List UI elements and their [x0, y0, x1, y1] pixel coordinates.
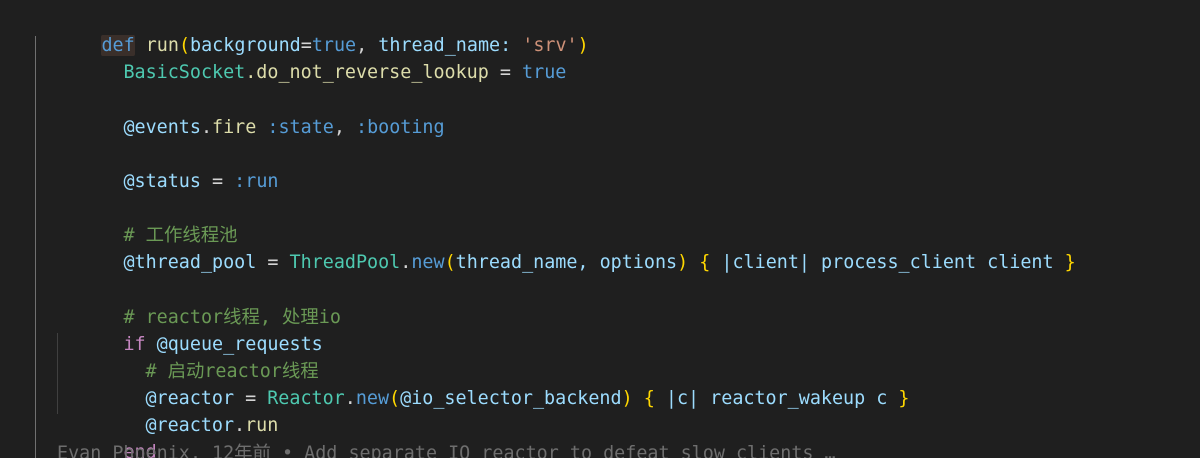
ivar-thread-pool: @thread_pool	[123, 252, 257, 273]
block-param-client: |client|	[710, 252, 810, 273]
code-line-2[interactable]: BasicSocket.do_not_reverse_lookup = true	[0, 32, 1200, 83]
block-brace-close: }	[1053, 252, 1076, 273]
code-line-16[interactable]: end	[0, 412, 1200, 458]
code-line-1[interactable]: def run(background=true, thread_name: 's…	[0, 5, 1200, 56]
value-true: true	[522, 62, 567, 83]
ivar-status: @status	[123, 171, 201, 192]
dot: .	[400, 252, 412, 273]
code-line-14[interactable]: @reactor = Reactor.new(@io_selector_back…	[0, 358, 1200, 409]
operator-assign: =	[488, 62, 523, 83]
git-blame-annotation: Evan Phoenix, 12年前 • Add separate IO rea…	[0, 440, 1200, 458]
ivar-events: @events	[123, 117, 201, 138]
symbol-state: :state	[256, 117, 334, 138]
method-do-not-reverse-lookup: .do_not_reverse_lookup	[245, 62, 489, 83]
symbol-run: :run	[234, 171, 279, 192]
code-line-9[interactable]: @thread_pool = ThreadPool.new(thread_nam…	[0, 222, 1200, 273]
call-process-client: process_client client	[809, 252, 1054, 273]
operator-assign: =	[256, 252, 290, 273]
code-line-8[interactable]: # 工作线程池	[0, 195, 1200, 246]
block-brace-open: {	[688, 252, 711, 273]
dot: .	[200, 117, 213, 138]
class-threadpool: ThreadPool	[289, 252, 401, 273]
method-new: new	[411, 252, 445, 273]
paren-close: )	[677, 252, 689, 273]
comma: ,	[333, 117, 345, 138]
code-line-15[interactable]: @reactor.run	[0, 385, 1200, 436]
paren-open: (	[444, 252, 456, 273]
code-line-13[interactable]: # 启动reactor线程	[0, 331, 1200, 382]
code-line-4[interactable]: @events.fire :state, :booting	[0, 87, 1200, 138]
blame-text: Evan Phoenix, 12年前 • Add separate IO rea…	[57, 443, 836, 458]
operator-assign: =	[200, 171, 235, 192]
call-args: thread_name, options	[455, 252, 678, 273]
code-line-12[interactable]: if @queue_requests	[0, 304, 1200, 355]
symbol-booting: :booting	[344, 117, 445, 138]
code-editor[interactable]: def run(background=true, thread_name: 's…	[0, 0, 1200, 458]
method-fire: fire	[212, 117, 257, 138]
code-line-6[interactable]: @status = :run	[0, 141, 1200, 192]
code-line-11[interactable]: # reactor线程, 处理io	[0, 277, 1200, 328]
class-basicsocket: BasicSocket	[123, 62, 246, 83]
